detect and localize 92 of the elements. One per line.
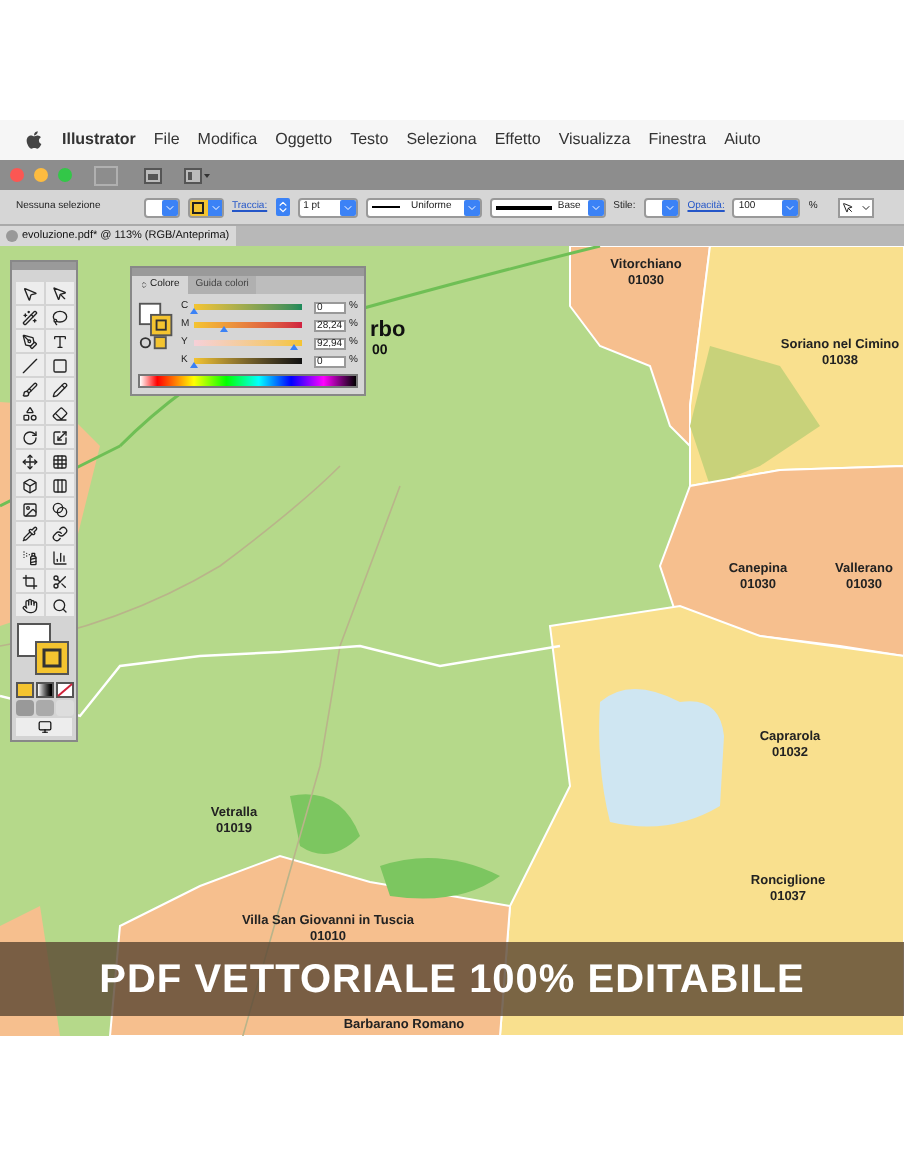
map-label: rbo — [370, 320, 406, 342]
none-mode-icon[interactable] — [55, 682, 73, 698]
menu-item[interactable]: Aiuto — [724, 128, 761, 152]
fill-stroke-swatch-icon[interactable] — [16, 622, 72, 678]
selection-tool-button[interactable] — [15, 282, 43, 304]
zoom-tool-icon — [51, 597, 67, 613]
eraser-tool-icon — [51, 405, 67, 421]
caret-icon — [465, 201, 478, 213]
menu-item[interactable]: Finestra — [648, 128, 707, 152]
slider-thumb[interactable] — [189, 362, 198, 368]
slice-tool-icon — [51, 573, 67, 589]
spray-tool-button[interactable] — [15, 546, 43, 568]
hand-tool-button[interactable] — [15, 594, 43, 616]
magic-wand-tool-button[interactable] — [15, 306, 43, 328]
caret-icon — [164, 201, 176, 213]
channel-slider[interactable] — [193, 322, 302, 328]
menu-item[interactable]: Effetto — [494, 128, 541, 152]
direct-selection-tool-icon — [51, 285, 67, 301]
scale-tool-icon — [51, 429, 67, 445]
monitor-icon — [37, 720, 51, 734]
slider-thumb[interactable] — [219, 326, 228, 332]
menu-item[interactable]: Seleziona — [406, 128, 477, 152]
collapse-icon — [140, 280, 148, 290]
menu-item[interactable]: Oggetto — [275, 128, 333, 152]
slider-thumb[interactable] — [189, 308, 198, 314]
color-mode-icon[interactable] — [15, 682, 33, 698]
free-transform-tool-icon — [21, 453, 37, 469]
brush-tool-icon — [21, 381, 37, 397]
caret-icon — [341, 201, 354, 213]
eraser-tool-button[interactable] — [45, 402, 73, 424]
zoom-tool-button[interactable] — [45, 594, 73, 616]
grid-tool-icon — [51, 453, 67, 469]
rectangle-tool-icon — [51, 357, 67, 373]
type-tool-button[interactable] — [45, 330, 73, 352]
shape-tool-button[interactable] — [15, 402, 43, 424]
magic-wand-tool-icon — [21, 309, 37, 325]
scale-tool-button[interactable] — [45, 426, 73, 448]
eyedropper-tool-button[interactable] — [15, 522, 43, 544]
color-spectrum[interactable] — [138, 374, 358, 388]
graph-tool-button[interactable] — [45, 546, 73, 568]
caret-icon — [589, 201, 602, 213]
lasso-tool-button[interactable] — [45, 306, 73, 328]
menu-item[interactable]: Modifica — [197, 128, 258, 152]
eyedropper-tool-icon — [21, 525, 37, 541]
fill-stroke-swatch-icon[interactable] — [138, 300, 176, 352]
lasso-tool-icon — [51, 309, 67, 325]
selection-tool-icon — [21, 285, 37, 301]
channel-slider[interactable] — [193, 304, 302, 310]
rotate-tool-icon — [21, 429, 37, 445]
graph-tool-icon — [51, 549, 67, 565]
caret-icon — [209, 201, 221, 213]
channel-slider[interactable] — [193, 340, 302, 346]
arrange-documents-icon[interactable] — [184, 167, 212, 183]
shape-tool-icon — [21, 405, 37, 421]
menu-item[interactable]: Visualizza — [558, 128, 631, 152]
caret-icon — [663, 201, 676, 213]
type-tool-icon — [51, 333, 67, 349]
pointer-icon — [841, 201, 854, 213]
image-tool-icon — [21, 501, 37, 517]
menu-item[interactable]: Testo — [350, 128, 389, 152]
free-transform-tool-button[interactable] — [15, 450, 43, 472]
stepper-icon[interactable] — [275, 198, 290, 216]
hand-tool-icon — [21, 597, 37, 613]
rectangle-tool-button[interactable] — [45, 354, 73, 376]
pencil-tool-button[interactable] — [45, 378, 73, 400]
slice-tool-button[interactable] — [45, 570, 73, 592]
caret-icon — [784, 201, 797, 213]
grid-tool-button[interactable] — [45, 450, 73, 472]
stroke-dropdown[interactable] — [188, 197, 224, 217]
gradient-mode-icon[interactable] — [35, 682, 53, 698]
artboard-tool-icon — [21, 573, 37, 589]
pen-tool-icon — [21, 333, 37, 349]
rotate-tool-button[interactable] — [15, 426, 43, 448]
style-dropdown[interactable] — [643, 197, 680, 217]
image-tool-button[interactable] — [15, 498, 43, 520]
screen-mode-button[interactable] — [16, 718, 72, 736]
apple-icon[interactable] — [24, 130, 44, 150]
slider-thumb[interactable] — [289, 344, 298, 350]
banner-text: PDF VETTORIALE 100% EDITABILE — [99, 955, 805, 1005]
line-tool-button[interactable] — [15, 354, 43, 376]
channel-slider[interactable] — [193, 358, 302, 364]
line-tool-icon — [21, 357, 37, 373]
app-menu[interactable]: Illustrator — [62, 128, 136, 152]
caret-icon — [859, 201, 872, 213]
align-dropdown[interactable] — [837, 197, 874, 217]
menu-item[interactable]: File — [153, 128, 180, 152]
artboard-tool-button[interactable] — [15, 570, 43, 592]
brush-tool-button[interactable] — [15, 378, 43, 400]
pencil-tool-icon — [51, 381, 67, 397]
fill-dropdown[interactable] — [144, 197, 180, 217]
pen-tool-button[interactable] — [15, 330, 43, 352]
direct-selection-tool-button[interactable] — [45, 282, 73, 304]
